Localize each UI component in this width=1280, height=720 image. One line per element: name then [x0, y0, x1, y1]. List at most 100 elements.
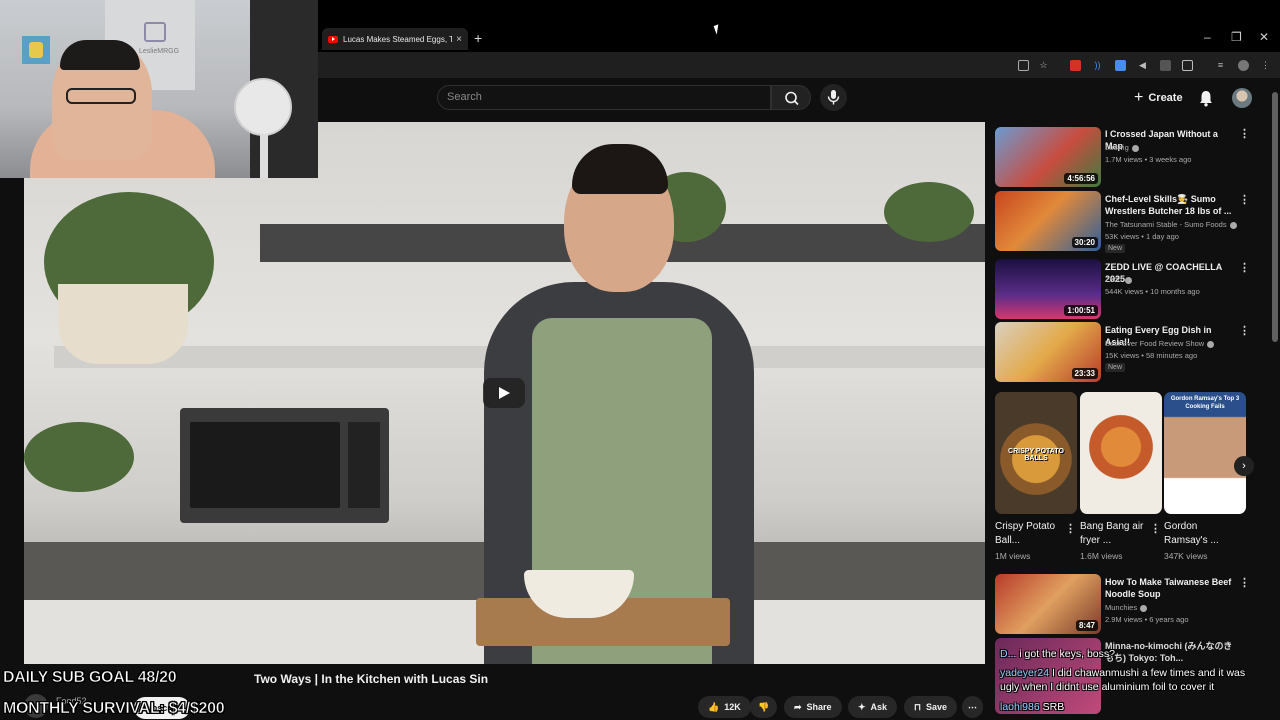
more-options-icon[interactable]: ⋮ — [1239, 324, 1250, 337]
recommendation-meta: 544K views • 10 months ago — [1105, 287, 1200, 296]
reading-list-icon[interactable]: ≡ — [1215, 60, 1226, 71]
notifications-button[interactable] — [1198, 89, 1214, 112]
short-item[interactable]: CRISPY POTATO BALLS Crispy Potato Ball..… — [995, 392, 1077, 561]
verified-icon — [1207, 340, 1215, 348]
sidebar-scrollbar[interactable] — [1272, 92, 1278, 342]
bell-icon — [1200, 91, 1212, 107]
close-window-button[interactable]: ✕ — [1259, 30, 1269, 44]
more-options-icon[interactable]: ⋮ — [1239, 261, 1250, 274]
recommendation-item[interactable]: 8:47 How To Make Taiwanese Beef Noodle S… — [995, 574, 1265, 634]
extensions-puzzle-icon[interactable] — [1182, 60, 1193, 71]
verified-icon — [1131, 144, 1139, 152]
profile-icon[interactable] — [1238, 60, 1249, 71]
bookmark-icon: ⊓ — [914, 701, 922, 712]
fan-stand — [260, 134, 268, 178]
chat-message: ugly when I didnt use aluminium foil to … — [1000, 681, 1215, 693]
translate-extension-icon[interactable] — [1115, 60, 1126, 71]
maximize-button[interactable]: ❐ — [1231, 30, 1242, 44]
tab-close-button[interactable]: × — [456, 34, 462, 45]
bookmark-star-icon[interactable]: ☆ — [1038, 60, 1049, 71]
short-thumbnail[interactable] — [1080, 392, 1162, 514]
ask-button[interactable]: ✦ Ask — [848, 696, 898, 718]
recommendation-meta: 2.9M views • 6 years ago — [1105, 615, 1189, 624]
user-avatar[interactable] — [1232, 88, 1252, 108]
search-button[interactable] — [771, 85, 811, 110]
recommendation-item[interactable]: 1:00:51 ZEDD LIVE @ COACHELLA 2025 Zedd … — [995, 259, 1265, 319]
more-options-icon[interactable]: ⋮ — [1065, 522, 1076, 535]
short-views: 1.6M views — [1080, 551, 1123, 561]
verified-icon — [1140, 604, 1148, 612]
duration-badge: 23:33 — [1071, 368, 1098, 379]
short-thumbnail[interactable]: CRISPY POTATO BALLS — [995, 392, 1077, 514]
recommendation-item[interactable]: 23:33 Eating Every Egg Dish in Asia!! Be… — [995, 322, 1265, 384]
youtube-favicon-icon — [328, 35, 338, 43]
video-title: Two Ways | In the Kitchen with Lucas Sin — [254, 672, 489, 686]
create-button[interactable]: + Create — [1134, 88, 1183, 108]
recommendation-thumbnail[interactable]: 1:00:51 — [995, 259, 1101, 319]
recommendation-thumbnail[interactable]: 23:33 — [995, 322, 1101, 382]
stream-chat-overlay: D... i got the keys, boss? yadeyer24 I d… — [998, 644, 1280, 720]
duration-badge: 30:20 — [1071, 237, 1098, 248]
small-plant — [24, 422, 134, 492]
recommendation-channel: Zedd — [1105, 275, 1133, 284]
more-options-icon[interactable]: ⋮ — [1239, 193, 1250, 206]
script-extension-icon[interactable] — [1160, 60, 1171, 71]
gmail-extension-icon[interactable] — [1070, 60, 1081, 71]
browser-menu-icon[interactable]: ⋮ — [1260, 60, 1271, 71]
plus-icon: + — [1134, 89, 1144, 106]
cast-icon[interactable] — [1018, 60, 1029, 71]
tab-title: Lucas Makes Steamed Eggs, Tw — [343, 34, 453, 44]
dislike-button[interactable]: 👎 — [750, 696, 778, 718]
recommendation-item[interactable]: 30:20 Chef-Level Skills🧑‍🍳 Sumo Wrestler… — [995, 191, 1265, 255]
streamer-webcam: LeslieMRGG — [0, 0, 318, 178]
audio-extension-icon[interactable]: )) — [1092, 60, 1103, 71]
sparkle-icon: ✦ — [858, 701, 866, 712]
short-title[interactable]: Crispy Potato Ball... — [995, 520, 1065, 548]
browser-toolbar — [318, 52, 1280, 78]
short-item[interactable]: Bang Bang air fryer ... 1.6M views ⋮ — [1080, 392, 1162, 561]
chef-hair — [572, 144, 668, 194]
voice-search-button[interactable] — [820, 84, 847, 111]
chevron-right-icon[interactable]: › — [1234, 456, 1254, 476]
recommendation-thumbnail[interactable]: 30:20 — [995, 191, 1101, 251]
chat-message: yadeyer24 I did chawanmushi a few times … — [1000, 667, 1246, 679]
minimize-button[interactable]: – — [1204, 30, 1211, 44]
duration-badge: 1:00:51 — [1064, 305, 1098, 316]
more-options-icon[interactable]: ⋮ — [1239, 576, 1250, 589]
more-options-icon[interactable]: ⋮ — [1239, 127, 1250, 140]
save-label: Save — [926, 702, 948, 712]
recommendation-thumbnail[interactable]: 4:56:56 — [995, 127, 1101, 187]
share-button[interactable]: ➦ Share — [784, 696, 842, 718]
more-options-icon[interactable]: ⋮ — [1150, 522, 1161, 535]
duration-badge: 4:56:56 — [1064, 173, 1098, 184]
recommendation-thumbnail[interactable]: 8:47 — [995, 574, 1101, 634]
twitch-logo-icon — [144, 22, 166, 42]
recommendation-meta: 15K views • 58 minutes ago — [1105, 351, 1198, 360]
desk-fan — [234, 78, 292, 136]
recommendation-item[interactable]: 4:56:56 I Crossed Japan Without a Map Lu… — [995, 127, 1265, 187]
new-tab-button[interactable]: + — [474, 30, 482, 46]
recommendation-channel: Best Ever Food Review Show — [1105, 339, 1215, 348]
short-item[interactable]: Gordon Ramsay's Top 3 Cooking Fails Gord… — [1164, 392, 1246, 561]
more-actions-button[interactable]: ⋯ — [962, 696, 983, 718]
recommendation-title[interactable]: How To Make Taiwanese Beef Noodle Soup — [1105, 576, 1235, 600]
chat-message: laohi986 SRB — [1000, 701, 1065, 713]
short-title[interactable]: Bang Bang air fryer ... — [1080, 520, 1150, 548]
short-thumbnail[interactable]: Gordon Ramsay's Top 3 Cooking Fails — [1164, 392, 1246, 514]
browser-tab[interactable]: Lucas Makes Steamed Eggs, Tw × — [322, 28, 468, 50]
verified-icon — [1125, 276, 1133, 284]
like-button[interactable]: 👍 12K — [698, 696, 751, 718]
chat-message: D... i got the keys, boss? — [1000, 648, 1115, 660]
video-player[interactable] — [24, 122, 985, 664]
streamer-hair — [60, 40, 140, 70]
speaker-extension-icon[interactable]: ◀ — [1137, 60, 1148, 71]
short-views: 1M views — [995, 551, 1031, 561]
play-button-icon[interactable] — [483, 378, 525, 408]
recommendation-channel: Ludwig — [1105, 143, 1139, 152]
recommendation-title[interactable]: Chef-Level Skills🧑‍🍳 Sumo Wrestlers Butc… — [1105, 193, 1235, 217]
search-input[interactable]: Search — [437, 85, 771, 110]
more-horizontal-icon: ⋯ — [968, 701, 977, 712]
search-icon — [785, 91, 799, 106]
save-button[interactable]: ⊓ Save — [904, 696, 958, 718]
short-title[interactable]: Gordon Ramsay's ... — [1164, 520, 1234, 548]
